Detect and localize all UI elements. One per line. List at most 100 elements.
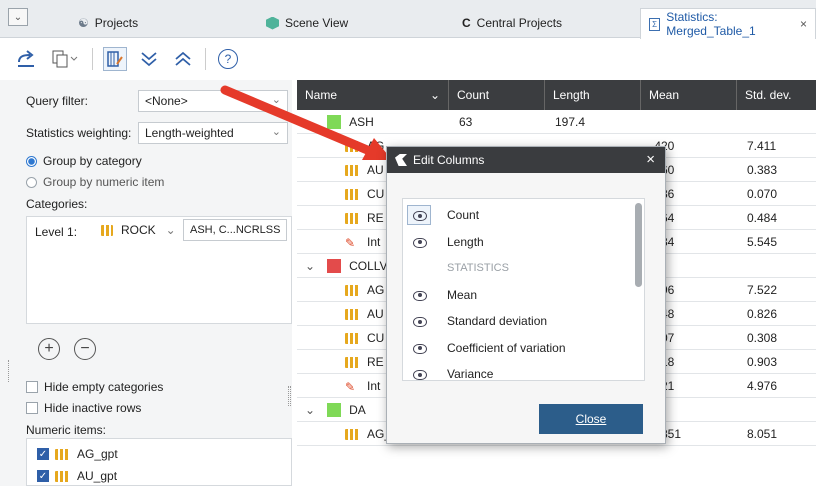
group-by-category-radio[interactable]: Group by category	[26, 154, 142, 168]
export-button[interactable]	[14, 47, 38, 71]
checkbox	[26, 381, 38, 393]
row-name: Int	[367, 379, 381, 393]
close-icon[interactable]: ×	[646, 151, 655, 168]
row-name: AU	[367, 163, 384, 177]
chevron-down-icon: ⌄	[271, 126, 281, 138]
interval-icon: ✎	[345, 236, 356, 250]
eye-icon[interactable]	[413, 290, 427, 301]
name-cell: ⌄ ASH	[305, 110, 374, 134]
chevron-down-icon: ⌄	[271, 94, 281, 106]
options-panel: Query filter: <None> ⌄ Statistics weight…	[0, 80, 292, 486]
radio-label: Group by category	[43, 154, 142, 168]
collapse-all-button[interactable]	[171, 47, 195, 71]
header-label: Name	[305, 88, 338, 102]
chevron-down-icon[interactable]: ⌄	[305, 403, 315, 417]
numeric-item[interactable]: ✓ AU_gpt	[37, 469, 117, 483]
numeric-item-label: AU_gpt	[77, 469, 118, 483]
column-list-item[interactable]: Standard deviation	[403, 308, 643, 334]
tab-scene-view[interactable]: Scene View	[266, 8, 348, 38]
add-level-button[interactable]: +	[38, 338, 60, 360]
category-column-icon	[101, 224, 113, 236]
eye-icon[interactable]	[413, 211, 427, 221]
tab-statistics[interactable]: Σ Statistics: Merged_Table_1 ×	[640, 8, 816, 39]
weighting-label: Statistics weighting:	[26, 126, 132, 140]
name-cell: AU	[345, 158, 384, 182]
numeric-column-icon	[345, 140, 359, 152]
chevron-down-icon[interactable]: ⌄	[305, 115, 315, 129]
numeric-column-icon	[345, 188, 359, 200]
eye-icon[interactable]	[413, 237, 427, 248]
categories-label: Categories:	[26, 197, 88, 211]
numeric-items-list: ✓ AG_gpt ✓ AU_gpt	[26, 438, 292, 486]
list-item-label: Coefficient of variation	[447, 340, 566, 355]
chevron-down-icon: ⌄	[429, 88, 440, 102]
level-values-select[interactable]: ASH, C...NCRLSS	[183, 219, 287, 241]
column-header-length[interactable]: Length	[545, 80, 641, 110]
remove-level-button[interactable]: −	[74, 338, 96, 360]
name-cell: AG	[345, 134, 384, 158]
column-list-item[interactable]: Mean	[403, 282, 643, 308]
close-icon[interactable]: ×	[800, 17, 807, 31]
chevron-down-icon: ⌄	[165, 223, 176, 237]
double-chevron-up-icon	[175, 51, 191, 66]
list-item-label: Count	[447, 208, 480, 222]
query-filter-value: <None>	[145, 94, 188, 108]
level-column-select[interactable]: ROCK ⌄	[101, 223, 176, 237]
numeric-column-icon	[345, 428, 359, 440]
name-cell: AG	[345, 278, 384, 302]
help-button[interactable]: ?	[216, 47, 240, 71]
hide-inactive-checkbox[interactable]: Hide inactive rows	[26, 401, 141, 415]
tab-projects[interactable]: ☯ Projects	[78, 8, 138, 38]
tab-central-projects[interactable]: C Central Projects	[462, 8, 562, 38]
query-filter-select[interactable]: <None> ⌄	[138, 90, 288, 112]
tab-label: Central Projects	[476, 16, 563, 30]
chevron-down-icon[interactable]: ⌄	[305, 259, 315, 273]
weighting-select[interactable]: Length-weighted ⌄	[138, 122, 288, 144]
numeric-item-label: AG_gpt	[77, 447, 118, 461]
checkbox-checked: ✓	[37, 448, 49, 460]
column-list-item[interactable]: Coefficient of variation	[403, 335, 643, 361]
list-item-label: Variance	[447, 367, 494, 381]
column-list-item[interactable]: Length	[403, 229, 643, 255]
column-header-mean[interactable]: Mean	[641, 80, 737, 110]
dialog-title: Edit Columns	[413, 153, 485, 167]
table-group-row[interactable]: ⌄ ASH 63 197.4	[297, 110, 816, 134]
header-label: Mean	[649, 88, 680, 102]
numeric-column-icon	[345, 308, 359, 320]
column-header-std-dev[interactable]: Std. dev.	[737, 80, 816, 110]
scene-view-icon	[266, 16, 279, 30]
eye-icon[interactable]	[413, 370, 427, 380]
column-list-item[interactable]: Count	[403, 202, 643, 228]
group-by-numeric-radio[interactable]: Group by numeric item	[26, 175, 164, 189]
dialog-title-bar[interactable]: Edit Columns ×	[387, 147, 665, 173]
minus-icon: −	[80, 340, 90, 357]
column-header-count[interactable]: Count	[449, 80, 545, 110]
plus-icon: +	[44, 340, 54, 357]
header-label: Std. dev.	[745, 88, 792, 102]
std-dev-cell: 4.976	[747, 379, 778, 393]
close-button[interactable]: Close	[539, 404, 643, 434]
splitter-handle[interactable]	[8, 360, 10, 382]
radio-label: Group by numeric item	[43, 175, 165, 189]
name-cell: RE	[345, 350, 384, 374]
expand-all-button[interactable]	[137, 47, 161, 71]
column-header-name[interactable]: Name ⌄	[297, 80, 449, 110]
row-name: RE	[367, 355, 384, 369]
name-cell: CU	[345, 182, 384, 206]
numeric-column-icon	[55, 470, 69, 482]
std-dev-cell: 0.484	[747, 211, 778, 225]
header-label: Count	[457, 88, 490, 102]
hide-empty-checkbox[interactable]: Hide empty categories	[26, 380, 163, 394]
numeric-item[interactable]: ✓ AG_gpt	[37, 447, 118, 461]
eye-icon[interactable]	[413, 343, 427, 354]
interval-icon: ✎	[345, 380, 356, 394]
column-list-item[interactable]: Variance	[403, 361, 643, 387]
copy-button[interactable]	[48, 47, 82, 71]
collapse-button[interactable]: ⌄	[8, 8, 28, 26]
name-cell: RE	[345, 206, 384, 230]
edit-columns-button[interactable]	[103, 47, 127, 71]
eye-icon[interactable]	[413, 317, 427, 327]
splitter-handle[interactable]	[288, 386, 291, 406]
std-dev-cell: 0.383	[747, 163, 778, 177]
columns-list: Count Length STATISTICS Mean Standard deviat…	[402, 198, 645, 381]
